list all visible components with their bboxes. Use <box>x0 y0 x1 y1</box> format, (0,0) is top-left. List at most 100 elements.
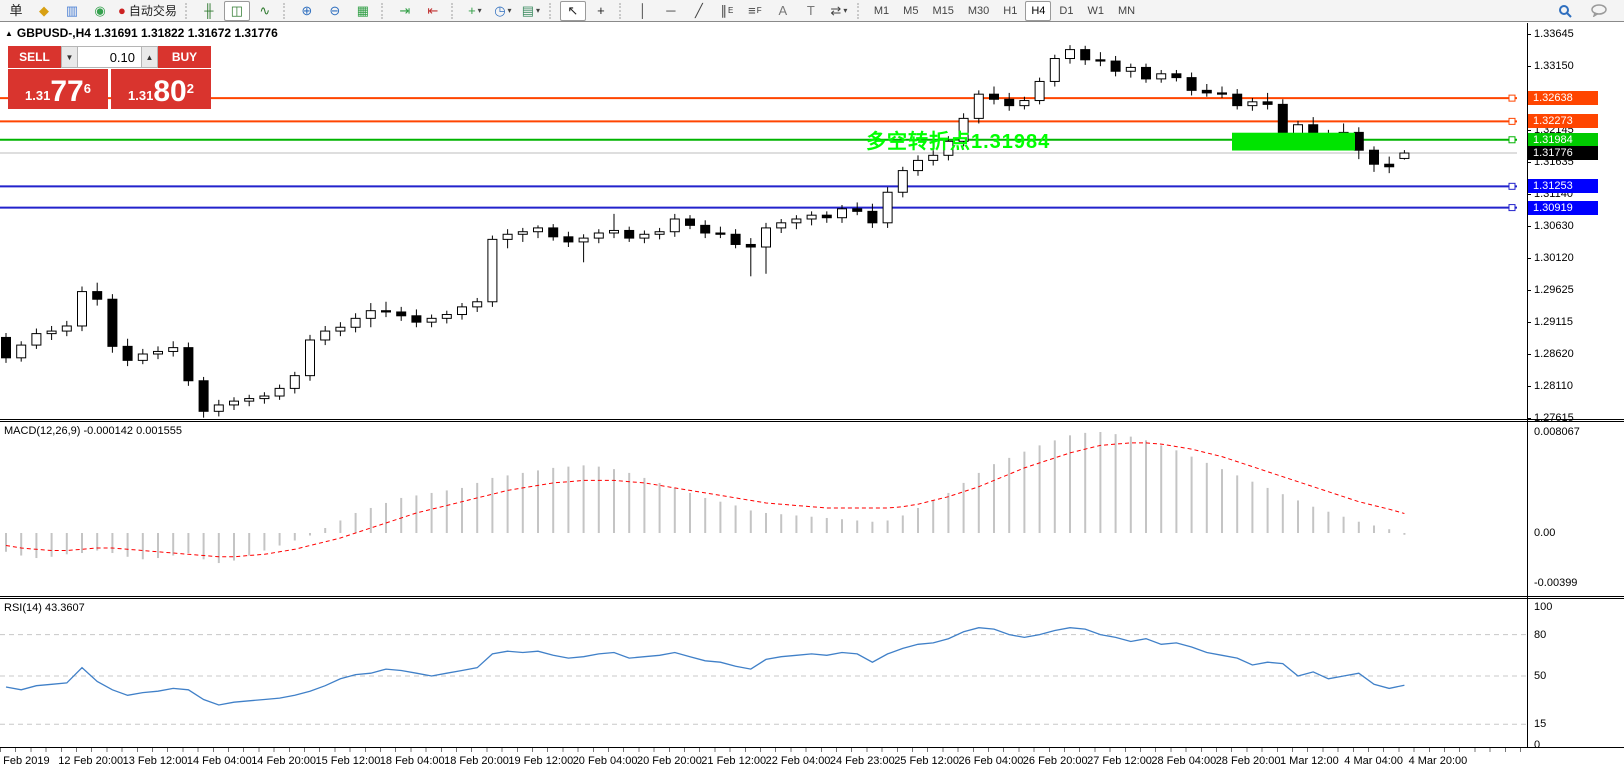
candle-body <box>1080 49 1091 61</box>
zoom-in-button[interactable]: ⊕ <box>294 1 320 21</box>
candle-body <box>1065 49 1075 60</box>
candle-body <box>350 317 361 328</box>
crosshair-button[interactable]: + <box>588 1 614 21</box>
signals-button[interactable]: ◉ <box>87 1 113 21</box>
new-order-button[interactable]: 单 <box>3 1 29 21</box>
chart-candles-button[interactable]: ◫ <box>223 0 250 21</box>
time-label: 25 Feb 12:00 <box>894 755 960 767</box>
price-chart-canvas[interactable] <box>0 23 1527 419</box>
green-zone-rectangle[interactable] <box>1232 132 1355 151</box>
candle-body <box>381 310 391 313</box>
hline-handle[interactable] <box>1508 136 1516 144</box>
pivot-annotation[interactable]: 多空转折点1.31984 <box>866 125 1050 154</box>
trend-line-button[interactable]: ╱ <box>686 1 712 21</box>
buy-button[interactable]: BUY <box>158 46 211 68</box>
price-tick-label: 1.28110 <box>1534 380 1573 393</box>
rsi-axis-label: 80 <box>1534 628 1547 641</box>
buy-price-button[interactable]: 1.31 80 2 <box>111 69 211 109</box>
equidistant-channel-icon: ∥ <box>720 2 727 18</box>
time-axis[interactable]: 2 Feb 201912 Feb 20:0013 Feb 12:0014 Feb… <box>0 747 1624 773</box>
candle-body <box>1171 73 1182 79</box>
candle-body <box>107 298 118 347</box>
candle-body <box>1125 66 1136 72</box>
periods-button[interactable]: ◷ ▾ <box>490 1 516 21</box>
zoom-out-button[interactable]: ⊖ <box>322 1 348 21</box>
fibonacci-icon: ≡ <box>748 2 756 18</box>
cursor-button[interactable]: ↖ <box>559 0 586 21</box>
horizontal-line-icon: ─ <box>666 2 676 18</box>
gold-instrument-button[interactable]: ◆ <box>31 1 57 21</box>
candle-body <box>806 214 817 220</box>
fibonacci-button[interactable]: ≡ F <box>742 1 768 21</box>
volume-up-button[interactable]: ▲ <box>141 46 158 68</box>
timeframe-mn-button[interactable]: MN <box>1112 1 1141 21</box>
candle-body <box>1293 124 1303 135</box>
candle-body <box>548 227 559 238</box>
timeframe-h1-button[interactable]: H1 <box>997 1 1023 21</box>
rsi-canvas[interactable] <box>0 599 1527 747</box>
sell-price-button[interactable]: 1.31 77 6 <box>8 69 108 109</box>
templates-dropdown-arrow-icon[interactable]: ▾ <box>536 2 540 20</box>
chart-line-button[interactable]: ∿ <box>252 1 278 21</box>
candle-body <box>852 208 863 212</box>
candle-body <box>365 310 376 319</box>
candle-body <box>1095 59 1106 62</box>
arrows-button[interactable]: ⇄ ▾ <box>826 1 852 21</box>
candle-body <box>1369 149 1379 165</box>
timeframe-m15-button[interactable]: M15 <box>926 1 959 21</box>
toolbar-right <box>1548 1 1622 21</box>
time-label: 15 Feb 12:00 <box>315 755 381 767</box>
time-label: 2 Feb 2019 <box>0 755 50 767</box>
candle-body <box>305 339 315 377</box>
timeframe-m5-button[interactable]: M5 <box>897 1 924 21</box>
macd-canvas[interactable] <box>0 422 1527 596</box>
text-label-button[interactable]: T <box>798 1 824 21</box>
candle-body <box>213 404 224 412</box>
new-chart-button[interactable]: + ▾ <box>462 1 488 21</box>
arrows-dropdown-arrow-icon[interactable]: ▾ <box>843 2 847 20</box>
rsi-pane[interactable]: RSI(14) 43.3607 <box>0 599 1527 747</box>
templates-button[interactable]: ▤ ▾ <box>518 1 544 21</box>
time-axis-ticks <box>0 748 1527 752</box>
hline-handle[interactable] <box>1508 182 1516 190</box>
candle-body <box>426 317 437 323</box>
main-chart-pane[interactable]: ▲ GBPUSD-,H4 1.31691 1.31822 1.31672 1.3… <box>0 23 1527 419</box>
price-tick <box>1527 162 1531 163</box>
chat-button[interactable] <box>1586 1 1612 21</box>
timeframe-w1-button[interactable]: W1 <box>1081 1 1110 21</box>
periods-dropdown-arrow-icon[interactable]: ▾ <box>508 2 512 20</box>
timeframe-d1-button[interactable]: D1 <box>1053 1 1079 21</box>
horizontal-line-button[interactable]: ─ <box>658 1 684 21</box>
autotrading-button[interactable]: ● 自动交易 <box>115 1 180 21</box>
hline-handle[interactable] <box>1508 204 1516 212</box>
auto-scroll-button[interactable]: ⇥ <box>392 1 418 21</box>
hline-handle[interactable] <box>1508 94 1516 102</box>
volume-down-button[interactable]: ▼ <box>61 46 78 68</box>
chat-icon <box>1591 4 1607 17</box>
timeframe-h4-button[interactable]: H4 <box>1025 0 1052 21</box>
tile-windows-button[interactable]: ▦ <box>350 1 376 21</box>
macd-pane[interactable]: MACD(12,26,9) -0.000142 0.001555 <box>0 422 1527 596</box>
candle-body <box>1141 66 1151 80</box>
sell-button[interactable]: SELL <box>8 46 61 68</box>
hline-handle[interactable] <box>1508 117 1516 125</box>
timeframe-m1-button[interactable]: M1 <box>868 1 895 21</box>
text-button[interactable]: A <box>770 1 796 21</box>
timeframe-m30-button[interactable]: M30 <box>962 1 995 21</box>
candle-body <box>609 229 619 234</box>
chart-bars-button[interactable]: ╫ <box>196 1 222 21</box>
price-tick <box>1527 193 1531 195</box>
equidistant-channel-button[interactable]: ∥ E <box>714 1 740 21</box>
chart-shift-button[interactable]: ⇤ <box>420 1 446 21</box>
market-watch-button[interactable]: ▥ <box>59 1 85 21</box>
candle-body <box>867 210 878 224</box>
search-button[interactable] <box>1552 1 1578 21</box>
volume-input[interactable] <box>78 46 141 68</box>
collapse-arrow-icon[interactable]: ▲ <box>5 29 13 38</box>
vertical-line-button[interactable]: │ <box>630 1 656 21</box>
candle-body <box>973 93 984 119</box>
signals-icon: ◉ <box>94 2 106 18</box>
candle-body <box>517 231 528 235</box>
price-tick <box>1527 354 1531 355</box>
new-chart-dropdown-arrow-icon[interactable]: ▾ <box>478 2 482 20</box>
